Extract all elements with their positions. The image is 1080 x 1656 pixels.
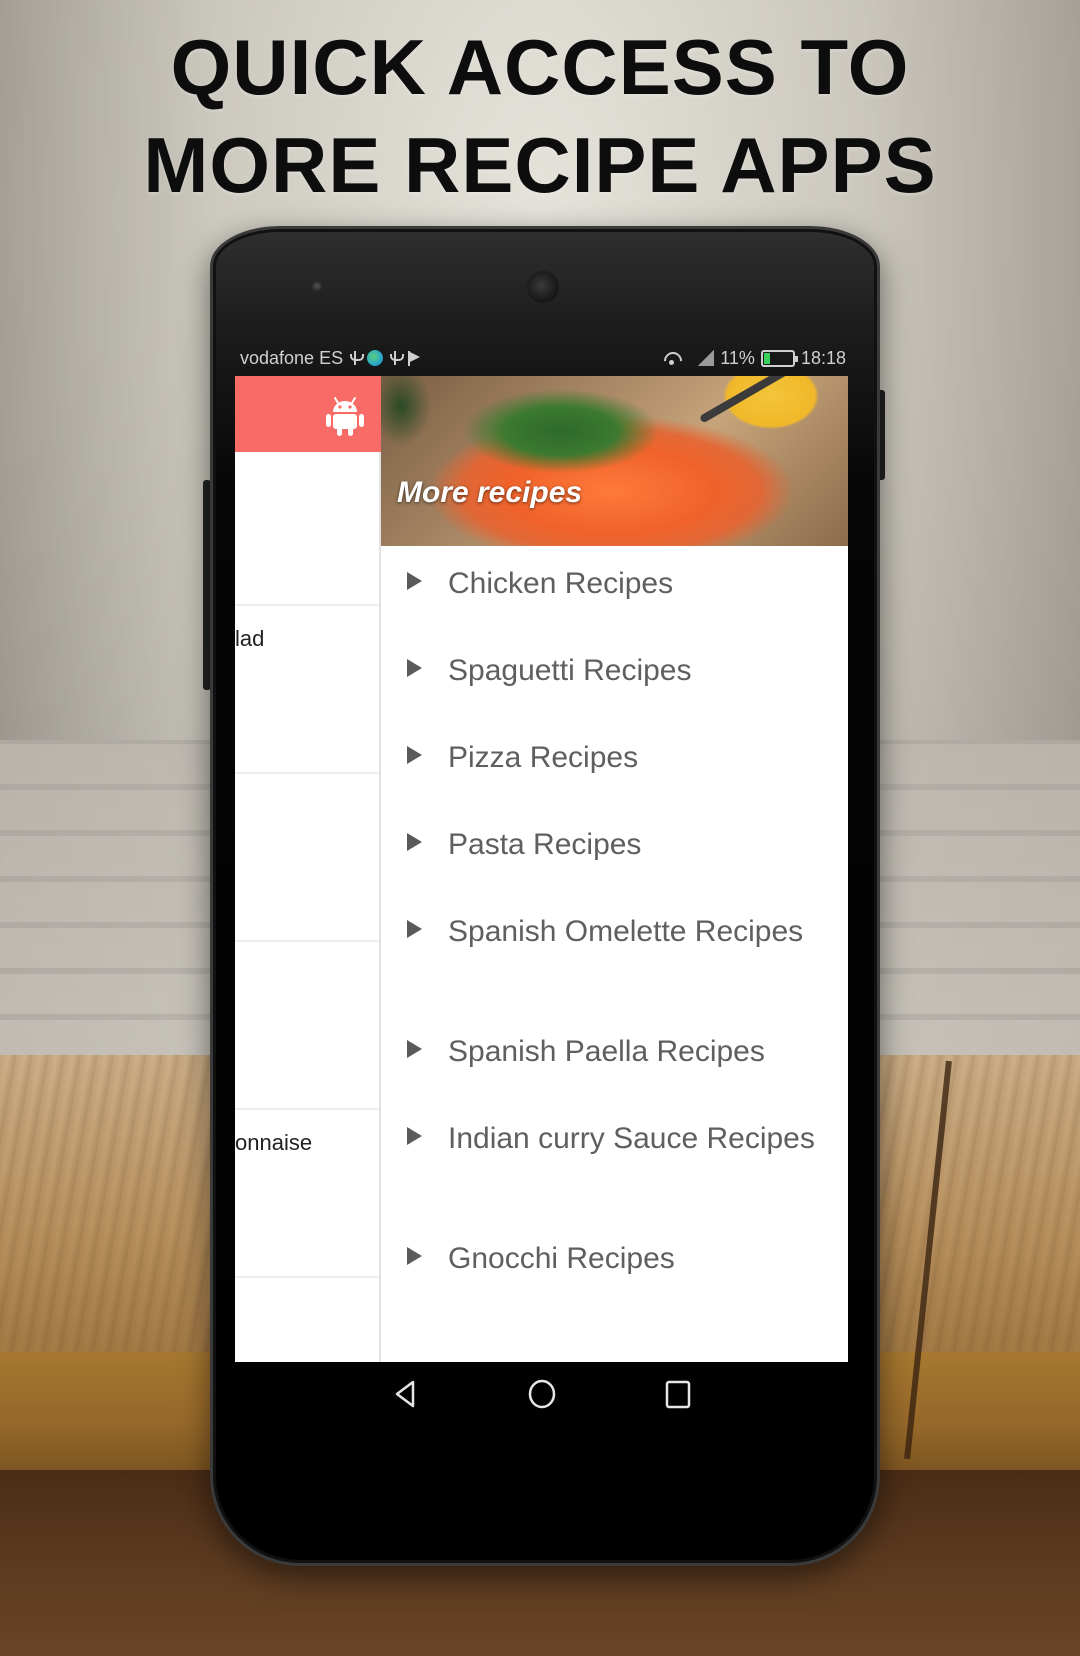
menu-item-label: Spaguetti Recipes: [448, 654, 692, 687]
play-arrow-icon: [407, 1040, 422, 1058]
promo-headline: QUICK ACCESS TO MORE RECIPE APPS: [0, 18, 1080, 214]
clock: 18:18: [800, 348, 846, 368]
drawer-menu: Chicken Recipes Spaguetti Recipes Pizza …: [381, 546, 848, 1308]
drawer-header-image: More recipes: [381, 376, 848, 546]
navigation-drawer: More recipes Chicken Recipes Spaguetti R…: [381, 376, 848, 1362]
headline-line-2: MORE RECIPE APPS: [143, 121, 937, 209]
headline-line-1: QUICK ACCESS TO: [170, 23, 910, 111]
android-icon[interactable]: [325, 394, 365, 436]
recipe-row[interactable]: [235, 942, 379, 1110]
menu-item-spanish-omelette[interactable]: Spanish Omelette Recipes: [381, 894, 848, 1014]
android-nav-bar: [235, 1362, 848, 1426]
phone-sensor: [311, 280, 323, 292]
menu-item-pasta[interactable]: Pasta Recipes: [381, 807, 848, 894]
menu-item-spaguetti[interactable]: Spaguetti Recipes: [381, 633, 848, 720]
fork-decoration: [699, 376, 825, 424]
play-arrow-icon: [407, 746, 422, 764]
menu-item-pizza[interactable]: Pizza Recipes: [381, 720, 848, 807]
play-arrow-icon: [407, 1247, 422, 1265]
play-arrow-icon: [407, 833, 422, 851]
status-left: vodafone ES: [240, 344, 421, 372]
play-arrow-icon: [407, 920, 422, 938]
menu-item-label: Spanish Omelette Recipes: [448, 915, 804, 948]
menu-item-gnocchi[interactable]: Gnocchi Recipes: [381, 1221, 848, 1308]
play-arrow-icon: [407, 572, 422, 590]
home-icon[interactable]: [524, 1376, 560, 1412]
recipe-row[interactable]: [235, 1278, 379, 1362]
menu-item-spanish-paella[interactable]: Spanish Paella Recipes: [381, 1014, 848, 1101]
menu-item-label: Spanish Paella Recipes: [448, 1035, 765, 1068]
recipe-row[interactable]: lad: [235, 606, 379, 774]
menu-item-label: Pizza Recipes: [448, 741, 639, 774]
usb-icon: [389, 349, 405, 367]
recipe-row[interactable]: onnaise: [235, 1110, 379, 1278]
recipe-row[interactable]: [235, 452, 379, 606]
menu-item-label: Chicken Recipes: [448, 567, 674, 600]
recipe-row-title: onnaise: [235, 1130, 313, 1155]
signal-icon: [698, 350, 715, 366]
status-bar: vodafone ES 11% 18:18: [240, 344, 846, 372]
play-arrow-icon: [407, 1127, 422, 1145]
back-icon[interactable]: [388, 1376, 424, 1412]
drawer-header-title: More recipes: [397, 476, 583, 509]
wifi-icon: [662, 350, 682, 366]
menu-item-label: Indian curry Sauce Recipes: [448, 1122, 815, 1155]
globe-icon: [367, 350, 384, 366]
recipe-row[interactable]: [235, 774, 379, 942]
play-arrow-icon: [407, 659, 422, 677]
carrier-name: vodafone ES: [240, 348, 344, 368]
menu-item-indian-curry[interactable]: Indian curry Sauce Recipes: [381, 1101, 848, 1221]
usb-icon: [349, 349, 365, 367]
battery-percent: 11%: [720, 348, 755, 368]
menu-item-label: Gnocchi Recipes: [448, 1242, 675, 1275]
battery-icon: [760, 349, 798, 367]
menu-item-label: Pasta Recipes: [448, 828, 642, 861]
recipe-row-title: lad: [235, 626, 265, 651]
app-screen: lad onnaise More recipes Chicken Recipes…: [235, 376, 848, 1362]
flag-icon: [407, 350, 421, 366]
status-right: 11% 18:18: [662, 344, 846, 372]
menu-item-chicken[interactable]: Chicken Recipes: [381, 546, 848, 633]
app-toolbar: [235, 376, 381, 452]
phone-front-camera: [527, 271, 559, 303]
recents-icon[interactable]: [660, 1376, 696, 1412]
recipe-list-panel: lad onnaise: [235, 376, 381, 1362]
